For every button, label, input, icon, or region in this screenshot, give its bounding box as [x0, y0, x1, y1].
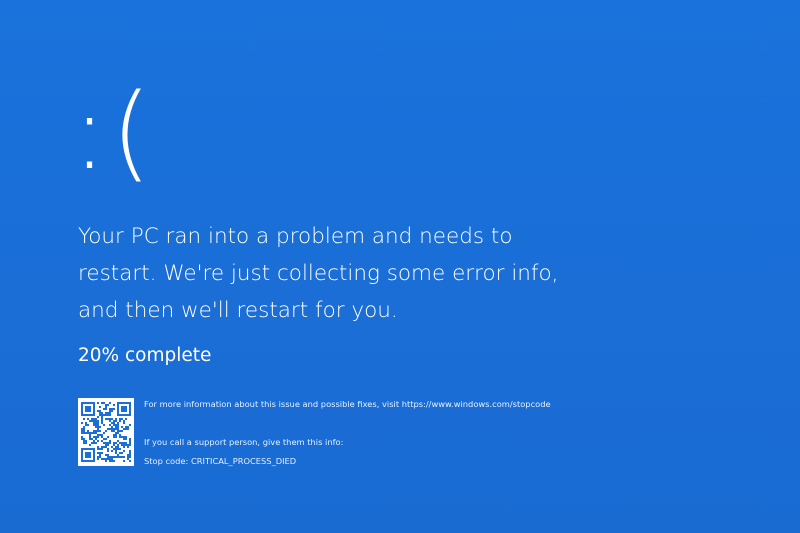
support-prompt-text: If you call a support person, give them …: [144, 437, 344, 447]
stop-code-text: Stop code: CRITICAL_PROCESS_DIED: [144, 456, 297, 466]
error-message: Your PC ran into a problem and needs to …: [78, 224, 559, 323]
sad-face-emoticon: :(: [72, 71, 156, 193]
progress-text: 20% complete: [78, 345, 212, 366]
blue-screen: :( Your PC ran into a problem and needs …: [0, 0, 800, 533]
qr-code-icon: [78, 398, 134, 466]
more-info-text: For more information about this issue an…: [144, 399, 551, 409]
